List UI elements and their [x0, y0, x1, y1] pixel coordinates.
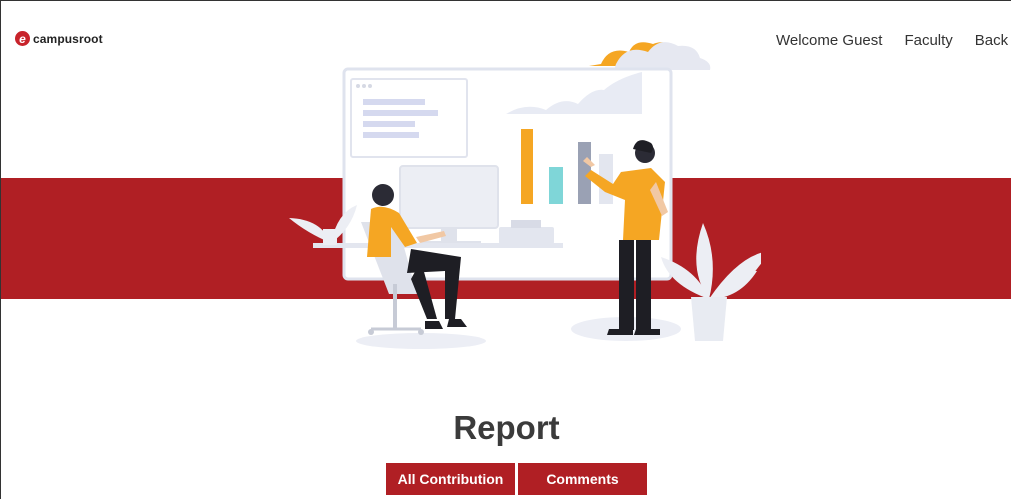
comments-button[interactable]: Comments — [518, 463, 647, 495]
brand-name: campusroot — [33, 31, 103, 46]
all-contribution-button[interactable]: All Contribution — [386, 463, 515, 495]
nav-back[interactable]: Back — [975, 32, 1008, 49]
brand-logo[interactable]: e campusroot — [15, 31, 103, 46]
ground-shadow-left — [356, 333, 486, 349]
report-actions: All Contribution Comments — [386, 463, 647, 495]
logo-mark-icon: e — [15, 31, 30, 46]
plant-right-icon — [661, 223, 761, 341]
nav-welcome-guest[interactable]: Welcome Guest — [776, 32, 882, 49]
hero-illustration — [289, 42, 761, 349]
top-nav: Welcome Guest Faculty Back — [776, 32, 1008, 49]
page-title: Report — [453, 409, 560, 446]
cloud-icon — [589, 42, 711, 70]
nav-faculty[interactable]: Faculty — [904, 32, 952, 49]
page-frame: e campusroot Welcome Guest Faculty Back — [0, 0, 1011, 499]
dashboard-board — [313, 67, 673, 281]
